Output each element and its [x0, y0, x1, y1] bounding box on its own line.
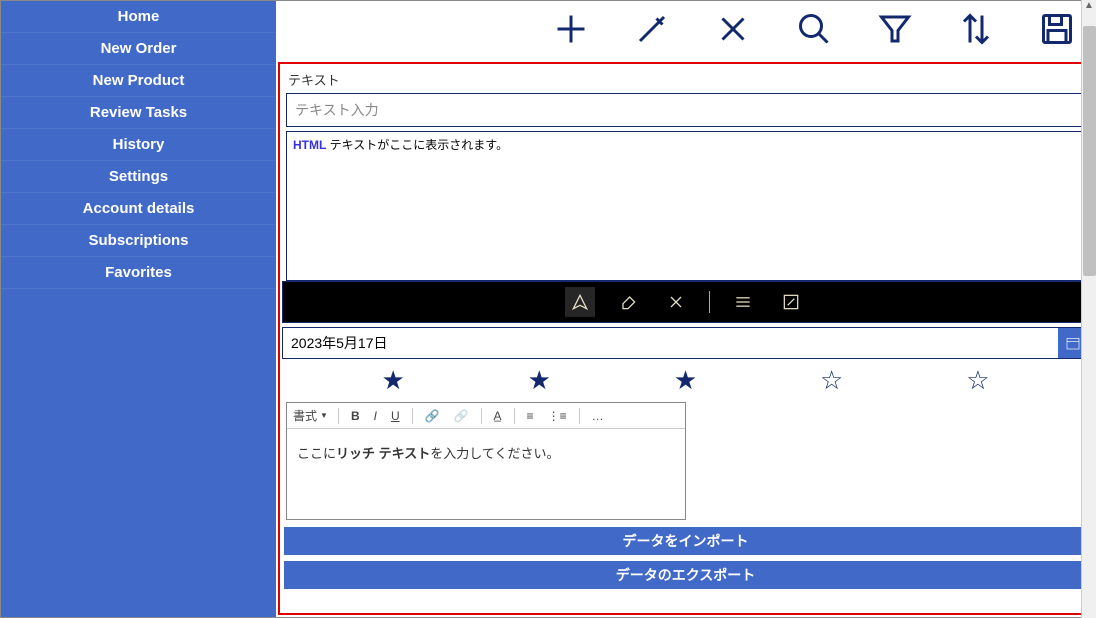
html-preview: HTML テキストがここに表示されます。 — [286, 131, 1085, 281]
star-2[interactable]: ★ — [528, 365, 551, 396]
star-1[interactable]: ★ — [381, 365, 404, 396]
star-5[interactable]: ☆ — [966, 365, 989, 396]
save-icon[interactable] — [1039, 11, 1075, 47]
sidebar-item-home[interactable]: Home — [1, 1, 276, 33]
star-4[interactable]: ☆ — [820, 365, 843, 396]
date-input[interactable]: 2023年5月17日 — [283, 328, 1058, 358]
rte-more-button[interactable]: … — [590, 409, 606, 423]
pen-tool-button[interactable] — [565, 287, 595, 317]
scroll-thumb[interactable] — [1083, 26, 1096, 276]
lines-button[interactable] — [728, 287, 758, 317]
eraser-button[interactable] — [613, 287, 643, 317]
filter-icon[interactable] — [877, 11, 913, 47]
rte-format-dropdown[interactable]: 書式 ▼ — [293, 407, 328, 424]
rte-link-button[interactable]: 🔗 — [423, 409, 442, 423]
main-area: テキスト テキスト入力 HTML テキストがここに表示されます。 — [276, 1, 1095, 617]
rte-body[interactable]: ここにリッチ テキストを入力してください。 — [287, 429, 685, 519]
text-input[interactable]: テキスト入力 — [286, 93, 1085, 127]
divider — [709, 291, 710, 313]
signature-toolbar — [282, 281, 1089, 323]
rte-ol-button[interactable]: ≡ — [525, 409, 536, 423]
rte-ul-button[interactable]: ⋮≡ — [546, 409, 569, 423]
rte-italic-button[interactable]: I — [372, 409, 379, 423]
rte-bold-button[interactable]: B — [349, 409, 362, 423]
calendar-icon — [1065, 335, 1081, 351]
rte-color-button[interactable]: A̲ — [492, 409, 504, 423]
close-icon[interactable] — [715, 11, 751, 47]
rte-underline-button[interactable]: U — [389, 409, 402, 423]
clear-button[interactable] — [661, 287, 691, 317]
top-toolbar — [276, 1, 1095, 62]
sign-edit-button[interactable] — [776, 287, 806, 317]
plus-icon[interactable] — [553, 11, 589, 47]
text-field-label: テキスト — [280, 64, 1091, 93]
rich-text-editor: 書式 ▼ B I U 🔗 🔗 A̲ ≡ ⋮≡ … — [286, 402, 686, 520]
export-button[interactable]: データのエクスポート — [284, 561, 1087, 589]
sidebar-item-favorites[interactable]: Favorites — [1, 257, 276, 289]
scrollbar[interactable]: ▲ — [1081, 0, 1096, 618]
sort-icon[interactable] — [958, 11, 994, 47]
scroll-up-arrow[interactable]: ▲ — [1082, 0, 1096, 11]
html-preview-text: テキストがここに表示されます。 — [326, 138, 508, 152]
date-picker: 2023年5月17日 — [282, 327, 1089, 359]
form-panel: テキスト テキスト入力 HTML テキストがここに表示されます。 — [278, 62, 1093, 615]
sidebar-item-history[interactable]: History — [1, 129, 276, 161]
sidebar: Home New Order New Product Review Tasks … — [1, 1, 276, 617]
sidebar-item-subscriptions[interactable]: Subscriptions — [1, 225, 276, 257]
sidebar-item-new-order[interactable]: New Order — [1, 33, 276, 65]
import-button[interactable]: データをインポート — [284, 527, 1087, 555]
search-icon[interactable] — [796, 11, 832, 47]
rating-control: ★ ★ ★ ☆ ☆ — [280, 359, 1091, 402]
sidebar-item-new-product[interactable]: New Product — [1, 65, 276, 97]
rte-toolbar: 書式 ▼ B I U 🔗 🔗 A̲ ≡ ⋮≡ … — [287, 403, 685, 429]
rte-unlink-button[interactable]: 🔗 — [452, 409, 471, 423]
html-label: HTML — [293, 138, 326, 152]
sidebar-item-review-tasks[interactable]: Review Tasks — [1, 97, 276, 129]
edit-icon[interactable] — [634, 11, 670, 47]
sidebar-item-settings[interactable]: Settings — [1, 161, 276, 193]
star-3[interactable]: ★ — [674, 365, 697, 396]
sidebar-item-account-details[interactable]: Account details — [1, 193, 276, 225]
